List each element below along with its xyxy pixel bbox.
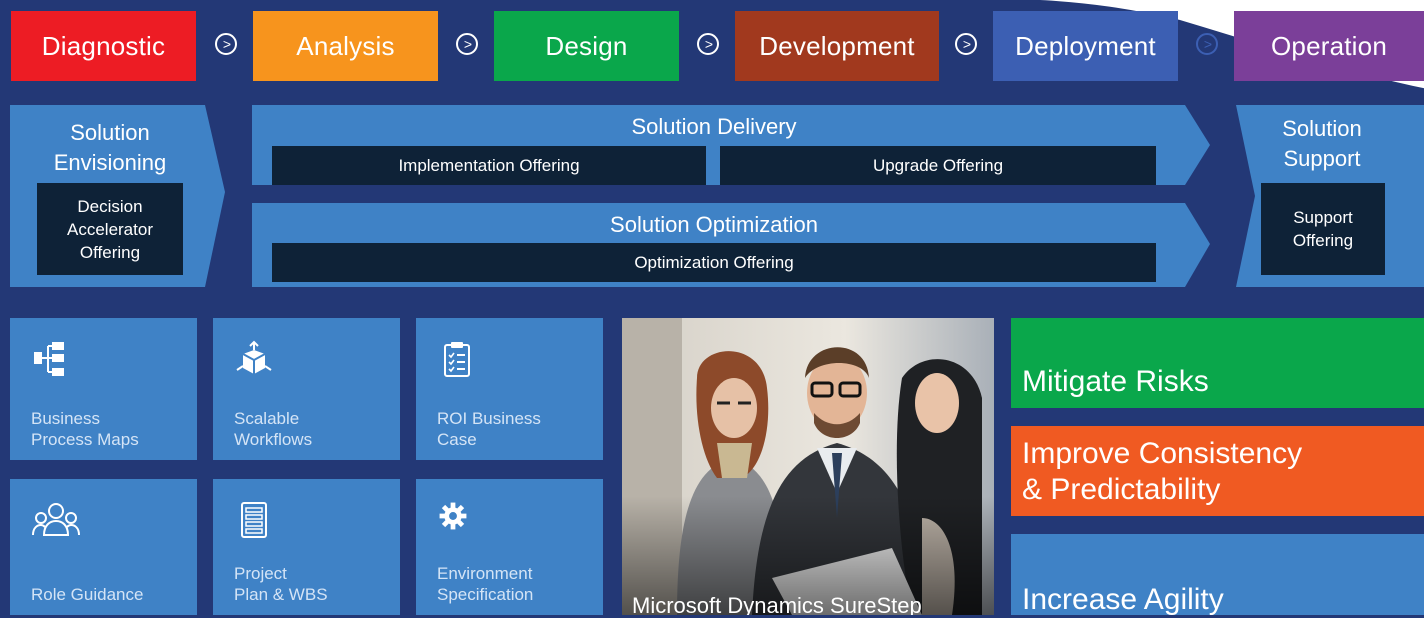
tile-label-line: Workflows [234,430,313,449]
tile-business-process-maps[interactable]: Business Process Maps [10,318,197,460]
tile-label-line: Environment [437,564,533,583]
upgrade-offering[interactable]: Upgrade Offering [720,146,1156,185]
title-line: Envisioning [53,150,167,175]
benefit-label-line: & Predictability [1022,473,1221,506]
phase-development[interactable]: Development [735,11,939,81]
benefit-label-line: Improve Consistency [1022,437,1303,470]
decision-accelerator-offering[interactable]: Decision Accelerator Offering [37,183,183,275]
chevron-right-icon: > [697,33,719,55]
tile-label-line: ROI Business [437,409,541,428]
phase-label: Design [545,30,628,61]
gear-icon [439,502,467,530]
phase-design[interactable]: Design [494,11,679,81]
tile-label-line: Process Maps [31,430,139,449]
people-photo-illustration [622,318,994,615]
tile-environment-specification[interactable]: Environment Specification [416,479,603,615]
offer-line: Decision [77,196,143,216]
workflow-icon [236,340,272,374]
plan-icon [241,502,267,538]
title-line: Solution [1282,116,1362,141]
tile-label-line: Role Guidance [31,585,144,604]
tile-label-line: Case [437,430,477,449]
optimization-title: Solution Optimization [610,212,818,237]
surestep-photo-tile[interactable]: Microsoft Dynamics SureStep [622,318,994,615]
benefit-label: Improve Consistency & Predictability [1022,436,1302,508]
phase-label: Diagnostic [41,30,166,61]
phase-operation[interactable]: Operation [1234,11,1424,81]
phase-label: Operation [1271,30,1387,61]
benefit-label: Mitigate Risks [1022,365,1209,398]
title-line: Support [1283,146,1361,171]
tile-label: Environment Specification [437,563,533,605]
delivery-title: Solution Delivery [631,114,797,139]
support-offering[interactable]: Support Offering [1261,183,1385,275]
people-icon [32,503,80,536]
offer-line: Support [1293,208,1353,227]
phase-label: Deployment [1015,30,1156,61]
tile-label-line: Project [234,564,287,583]
offer-line: Accelerator [67,219,153,239]
support-title: Solution Support [1262,114,1382,174]
tile-label-line: Scalable [234,409,300,428]
chevron-right-icon: > [456,33,478,55]
chevron-right-icon: > [1196,33,1218,55]
benefit-improve-consistency[interactable]: Improve Consistency & Predictability [1011,426,1424,516]
tile-label: ROI Business Case [437,408,541,450]
benefit-mitigate-risks[interactable]: Mitigate Risks [1011,318,1424,408]
offer-line: Offering [1292,231,1354,250]
tile-scalable-workflows[interactable]: Scalable Workflows [213,318,400,460]
chevron-right-icon: > [215,33,237,55]
tile-label-line: Specification [437,585,534,604]
phase-label: Development [759,30,915,61]
tile-label-line: Plan & WBS [234,585,328,604]
tile-label: Role Guidance [31,584,143,605]
tile-project-plan-wbs[interactable]: Project Plan & WBS [213,479,400,615]
title-line: Solution [70,120,150,145]
tile-label: Project Plan & WBS [234,563,328,605]
phase-diagnostic[interactable]: Diagnostic [11,11,196,81]
tile-label: Business Process Maps [31,408,139,450]
offer-line: Offering [79,242,141,262]
benefit-increase-agility[interactable]: Increase Agility [1011,534,1424,616]
tile-role-guidance[interactable]: Role Guidance [10,479,197,615]
phase-analysis[interactable]: Analysis [253,11,438,81]
implementation-offering[interactable]: Implementation Offering [272,146,706,185]
tile-roi-business-case[interactable]: ROI Business Case [416,318,603,460]
process-map-icon [34,342,64,376]
tile-label-line: Business [31,409,100,428]
tile-label: Scalable Workflows [234,408,312,450]
clipboard-icon [444,342,470,377]
phase-deployment[interactable]: Deployment [993,11,1178,81]
envisioning-title: Solution Envisioning [20,118,200,178]
photo-caption: Microsoft Dynamics SureStep [632,593,922,615]
optimization-offering[interactable]: Optimization Offering [272,243,1156,282]
phase-label: Analysis [296,30,395,61]
benefit-label: Increase Agility [1022,583,1224,616]
chevron-right-icon: > [955,33,977,55]
